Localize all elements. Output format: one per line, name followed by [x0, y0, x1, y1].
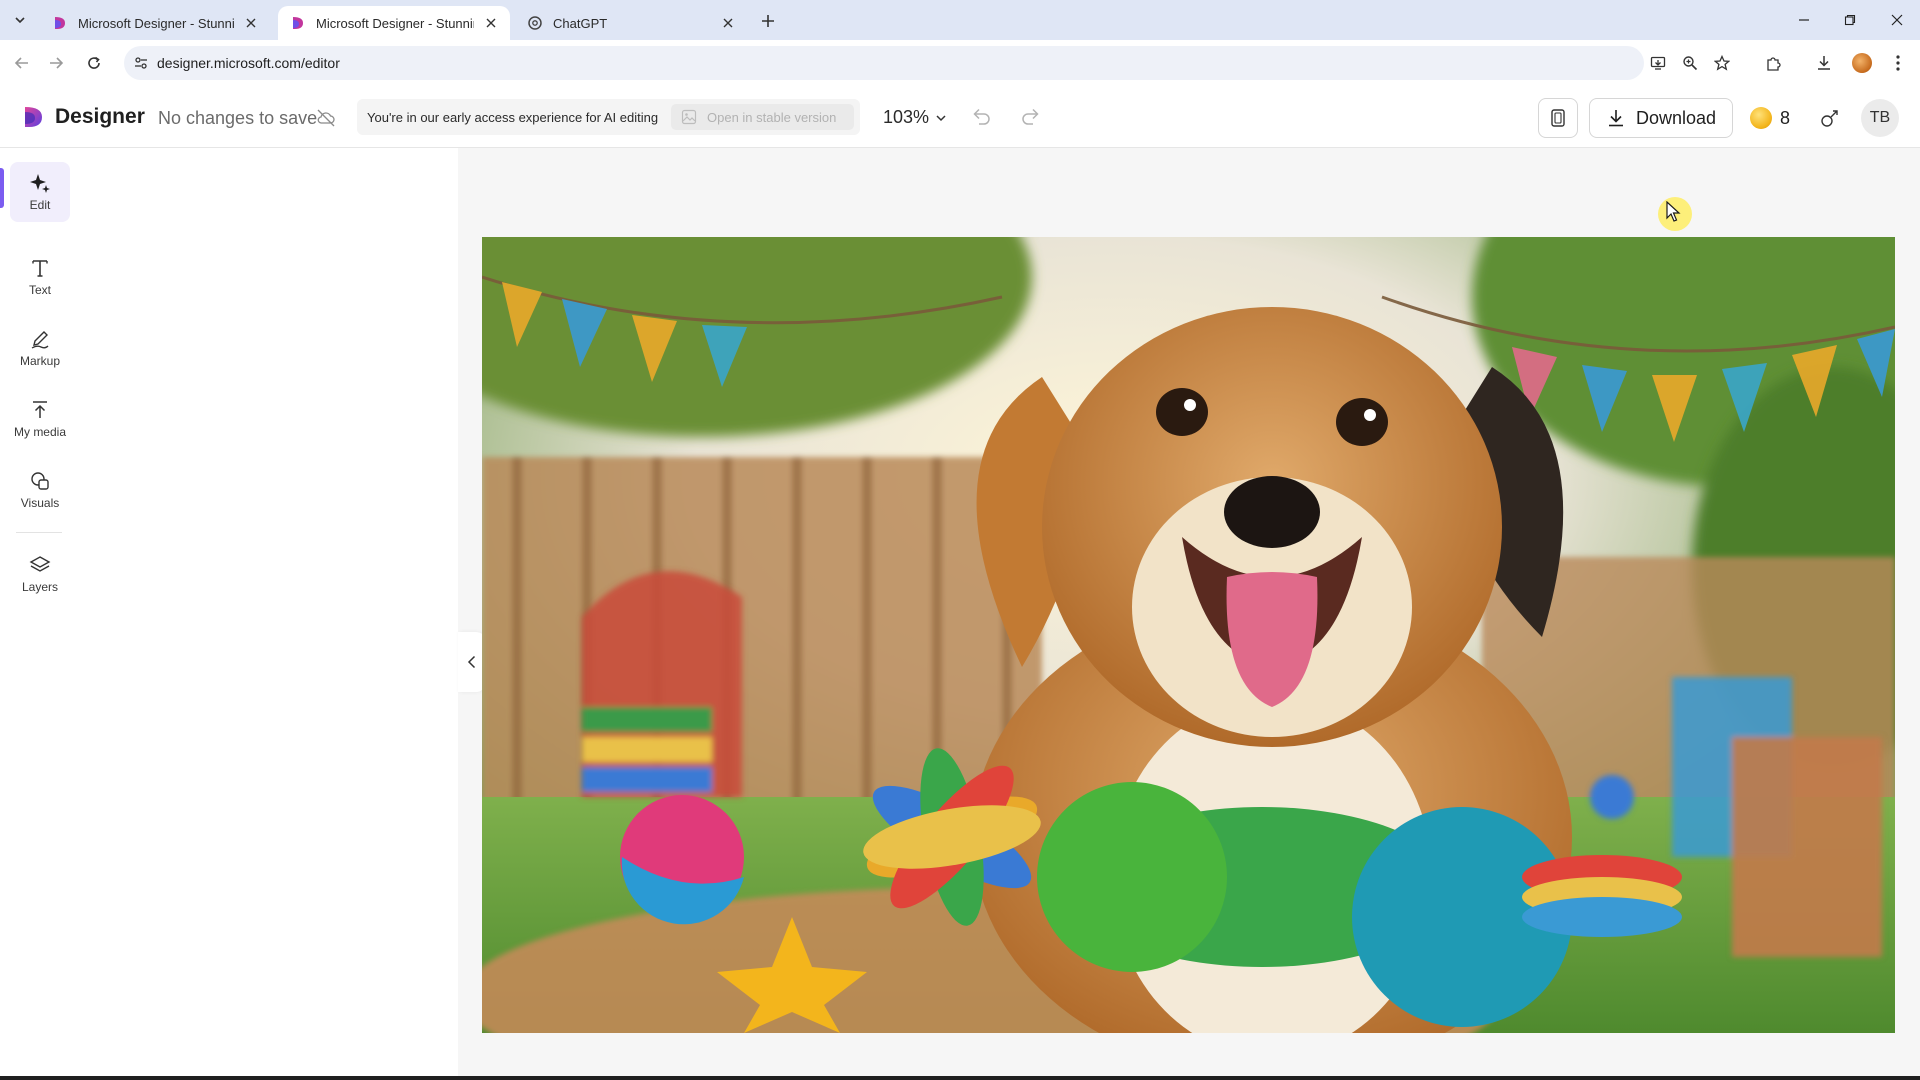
designer-header: Designer No changes to save You're in ou… [0, 86, 1920, 148]
share-icon[interactable] [1818, 106, 1842, 130]
rail-item-my-media[interactable]: My media [10, 389, 70, 449]
install-app-icon[interactable] [1646, 51, 1670, 75]
redo-icon[interactable] [1020, 106, 1042, 128]
download-button[interactable]: Download [1589, 98, 1733, 138]
stable-version-label: Open in stable version [707, 109, 837, 125]
zoom-level: 103% [883, 107, 930, 127]
rail-item-label: Visuals [20, 496, 60, 510]
resize-icon [1551, 109, 1565, 127]
rail-item-markup[interactable]: Markup [10, 318, 70, 378]
chatgpt-favicon-icon [528, 16, 542, 30]
chevron-down-icon [936, 114, 946, 121]
rail-item-edit[interactable]: Edit [10, 162, 70, 222]
browser-tab-chatgpt[interactable]: ChatGPT [515, 6, 747, 40]
designer-favicon-icon [55, 17, 65, 29]
left-tool-rail: Edit Text Markup My media Visuals Layers [0, 148, 80, 1080]
layers-icon [29, 556, 51, 572]
pen-icon [31, 331, 49, 349]
resize-canvas-button[interactable] [1538, 98, 1578, 138]
browser-address-bar: designer.microsoft.com/editor [0, 40, 1920, 86]
rail-item-visuals[interactable]: Visuals [10, 460, 70, 520]
image-edit-icon [681, 109, 697, 125]
early-access-banner: You're in our early access experience fo… [357, 99, 860, 135]
site-settings-icon[interactable] [132, 54, 150, 72]
close-icon[interactable] [719, 14, 737, 32]
sparkle-icon [30, 174, 50, 193]
cloud-off-icon [317, 109, 335, 127]
download-icon [1608, 110, 1623, 127]
rail-item-text[interactable]: Text [10, 247, 70, 307]
save-status-text: No changes to save [158, 108, 318, 128]
rail-item-label: My media [13, 425, 66, 439]
boost-credits[interactable]: 8 [1750, 106, 1790, 130]
bookmark-star-icon[interactable] [1710, 51, 1734, 75]
credits-count: 8 [1780, 107, 1791, 128]
rail-item-label: Text [28, 283, 51, 297]
downloads-icon[interactable] [1812, 51, 1836, 75]
restore-icon[interactable] [1835, 8, 1865, 32]
close-icon[interactable] [482, 14, 500, 32]
url-text: designer.microsoft.com/editor [157, 55, 340, 71]
designer-logo-icon [25, 107, 42, 127]
designer-favicon-icon [293, 17, 303, 29]
app-brand-title: Designer [55, 105, 145, 128]
tab-title: Microsoft Designer - Stunning [78, 15, 234, 31]
rail-item-layers[interactable]: Layers [10, 544, 70, 604]
user-initials: TB [1869, 109, 1891, 126]
rail-item-label: Edit [29, 198, 51, 212]
forward-arrow-icon[interactable] [44, 51, 68, 75]
rail-divider [16, 532, 62, 533]
early-access-text: You're in our early access experience fo… [367, 110, 659, 125]
extensions-puzzle-icon[interactable] [1762, 51, 1786, 75]
taskbar-edge [0, 1076, 1920, 1080]
undo-icon[interactable] [970, 106, 992, 128]
reload-icon[interactable] [82, 51, 106, 75]
browser-tab-designer-1[interactable]: Microsoft Designer - Stunning [40, 6, 270, 40]
cursor-arrow-icon [1666, 201, 1681, 222]
zoom-magnifier-icon[interactable] [1678, 51, 1702, 75]
text-icon [32, 260, 48, 277]
coin-icon [1750, 107, 1772, 129]
design-artwork-image[interactable] [482, 237, 1895, 1033]
new-tab-plus-icon[interactable] [756, 9, 780, 33]
tab-search-chevron-icon[interactable] [8, 8, 32, 32]
zoom-dropdown[interactable]: 103% [883, 107, 947, 128]
url-bar[interactable]: designer.microsoft.com/editor [124, 46, 1730, 80]
dog-party-image [482, 237, 1895, 1033]
browser-profile-avatar[interactable] [1850, 51, 1874, 75]
mouse-cursor [1658, 197, 1692, 231]
minimize-icon[interactable] [1789, 8, 1819, 32]
tab-title: Microsoft Designer - Stunning [316, 15, 474, 31]
side-panel [80, 148, 458, 1080]
back-arrow-icon[interactable] [10, 51, 34, 75]
tab-title: ChatGPT [553, 15, 608, 31]
shapes-icon [31, 472, 49, 490]
open-stable-version-button[interactable]: Open in stable version [671, 104, 854, 130]
rail-item-label: Layers [21, 580, 59, 594]
chevron-left-icon [467, 655, 476, 669]
active-indicator [0, 168, 4, 208]
download-label: Download [1635, 107, 1717, 128]
browser-tab-designer-2[interactable]: Microsoft Designer - Stunning [278, 6, 510, 40]
profile-picture [1852, 53, 1872, 73]
browser-tab-bar: Microsoft Designer - Stunning Microsoft … [0, 0, 1920, 40]
upload-icon [33, 401, 47, 418]
rail-item-label: Markup [19, 354, 60, 368]
browser-menu-kebab-icon[interactable] [1886, 51, 1910, 75]
user-avatar[interactable]: TB [1861, 99, 1899, 137]
close-icon[interactable] [242, 14, 260, 32]
window-close-icon[interactable] [1882, 8, 1912, 32]
